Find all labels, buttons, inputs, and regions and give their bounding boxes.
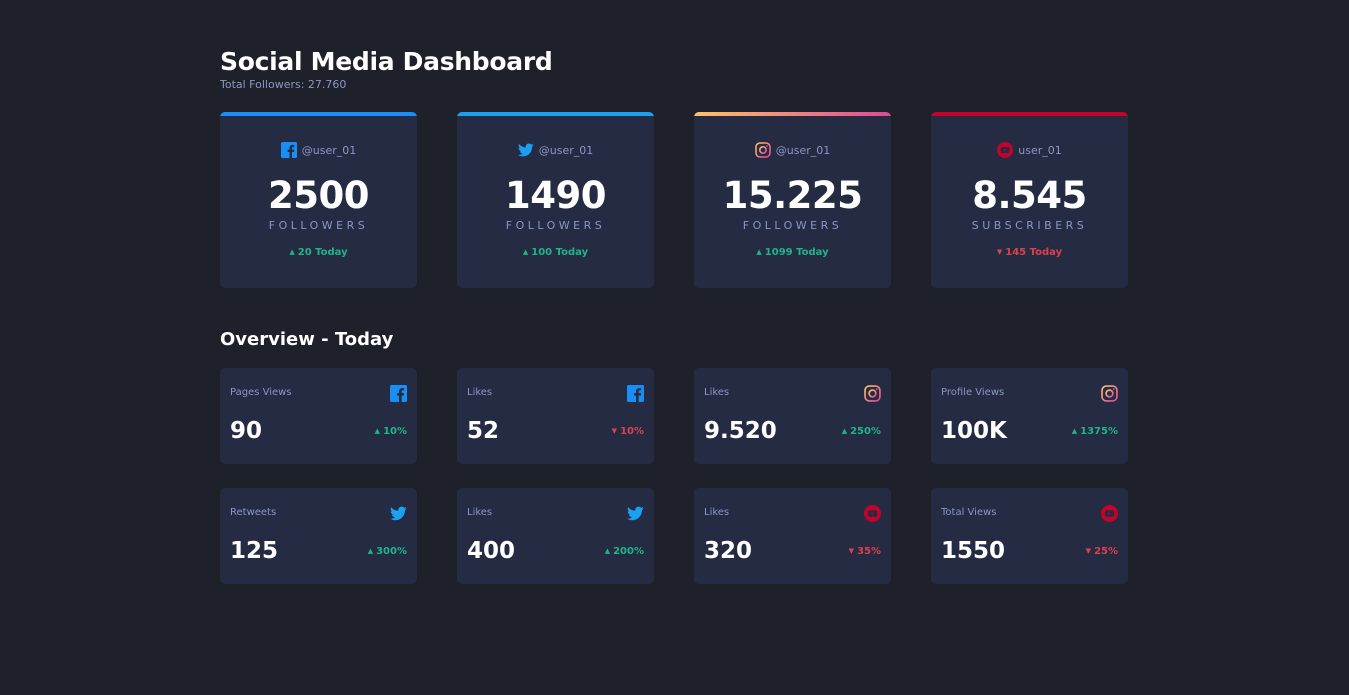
card-handle-text: user_01 [1018, 143, 1062, 157]
card-count: 8.545 [972, 174, 1087, 217]
overview-label: Profile Views [941, 387, 1005, 398]
card-change-text: 20 Today [297, 247, 348, 258]
overview-change-text: 25% [1094, 546, 1118, 557]
overview-value: 320 [704, 538, 753, 564]
overview-value: 1550 [941, 538, 1006, 564]
facebook-icon [280, 142, 297, 158]
overview-card[interactable]: Likes 9.520 ▲ 250% [694, 368, 891, 464]
overview-change-text: 200% [613, 546, 644, 557]
card-unit: FOLLOWERS [742, 219, 843, 232]
overview-value: 125 [230, 538, 279, 564]
overview-change-text: 10% [383, 426, 407, 437]
arrow-down-icon: ▼ [996, 248, 1003, 256]
card-handle: @user_01 [694, 142, 891, 158]
twitter-icon [390, 505, 407, 522]
overview-change: ▲ 250% [842, 426, 881, 437]
card-unit: FOLLOWERS [268, 219, 369, 232]
card-handle: user_01 [931, 142, 1128, 158]
card-count: 2500 [268, 174, 369, 217]
overview-change-text: 35% [857, 546, 881, 557]
arrow-up-icon: ▲ [756, 248, 762, 256]
overview-change: ▲ 1375% [1072, 426, 1118, 437]
overview-card[interactable]: Total Views 1550 ▼ 25% [931, 488, 1128, 584]
arrow-up-icon: ▲ [367, 547, 374, 555]
twitter-icon [627, 505, 644, 522]
overview-change-text: 300% [376, 546, 407, 557]
overview-change-text: 250% [850, 426, 881, 437]
overview-change: ▲ 10% [375, 426, 407, 437]
card-handle: @user_01 [220, 142, 417, 158]
overview-label: Total Views [941, 507, 997, 518]
overview-change: ▲ 300% [368, 546, 407, 557]
arrow-up-icon: ▲ [522, 248, 529, 256]
card-unit: SUBSCRIBERS [971, 219, 1088, 232]
overview-value: 100K [941, 418, 1007, 444]
card-change-text: 1099 Today [764, 247, 829, 258]
overview-change: ▼ 35% [849, 546, 881, 557]
card-change: ▲ 100 Today [457, 247, 654, 258]
overview-value: 9.520 [704, 418, 777, 444]
overview-change-text: 1375% [1080, 426, 1118, 437]
youtube-icon [1101, 505, 1118, 522]
overview-label: Retweets [230, 507, 277, 518]
arrow-down-icon: ▼ [611, 427, 618, 435]
arrow-up-icon: ▲ [841, 427, 848, 435]
youtube-icon [997, 142, 1014, 158]
overview-card[interactable]: Profile Views 100K ▲ 1375% [931, 368, 1128, 464]
overview-value: 52 [467, 418, 500, 444]
overview-card[interactable]: Retweets 125 ▲ 300% [220, 488, 417, 584]
card-youtube[interactable]: user_01 8.545 SUBSCRIBERS ▼ 145 Today [931, 112, 1128, 288]
instagram-icon [754, 142, 771, 158]
overview-card[interactable]: Likes 400 ▲ 200% [457, 488, 654, 584]
arrow-down-icon: ▼ [848, 547, 855, 555]
card-change-text: 145 Today [1005, 247, 1063, 258]
arrow-down-icon: ▼ [1085, 547, 1092, 555]
twitter-accent-bar [457, 112, 654, 116]
youtube-icon [864, 505, 881, 522]
total-followers: Total Followers: 27.760 [220, 78, 347, 91]
overview-card[interactable]: Likes 320 ▼ 35% [694, 488, 891, 584]
card-change: ▲ 1099 Today [694, 247, 891, 258]
overview-label: Likes [704, 387, 730, 398]
card-handle-text: @user_01 [538, 143, 594, 157]
card-handle-text: @user_01 [775, 143, 831, 157]
card-facebook[interactable]: @user_01 2500 FOLLOWERS ▲ 20 Today [220, 112, 417, 288]
overview-value: 400 [467, 538, 516, 564]
card-count: 15.225 [722, 174, 863, 217]
facebook-accent-bar [220, 112, 417, 116]
card-unit: FOLLOWERS [505, 219, 606, 232]
arrow-up-icon: ▲ [604, 547, 611, 555]
overview-card[interactable]: Pages Views 90 ▲ 10% [220, 368, 417, 464]
arrow-up-icon: ▲ [374, 427, 381, 435]
card-handle-text: @user_01 [301, 143, 357, 157]
card-instagram[interactable]: @user_01 15.225 FOLLOWERS ▲ 1099 Today [694, 112, 891, 288]
overview-change: ▼ 10% [612, 426, 644, 437]
card-handle: @user_01 [457, 142, 654, 158]
arrow-up-icon: ▲ [1071, 427, 1078, 435]
overview-label: Likes [704, 507, 730, 518]
facebook-icon [390, 385, 407, 402]
card-change: ▲ 20 Today [220, 247, 417, 258]
overview-change: ▼ 25% [1086, 546, 1118, 557]
overview-change-text: 10% [620, 426, 644, 437]
twitter-icon [517, 142, 534, 158]
instagram-accent-bar [694, 112, 891, 116]
instagram-icon [1101, 385, 1118, 402]
card-count: 1490 [505, 174, 606, 217]
overview-label: Likes [467, 387, 493, 398]
card-change-text: 100 Today [531, 247, 589, 258]
overview-title: Overview - Today [220, 329, 394, 350]
instagram-icon [864, 385, 881, 402]
card-change: ▼ 145 Today [931, 247, 1128, 258]
youtube-accent-bar [931, 112, 1128, 116]
overview-change: ▲ 200% [605, 546, 644, 557]
arrow-up-icon: ▲ [289, 248, 295, 256]
overview-value: 90 [230, 418, 263, 444]
facebook-icon [627, 385, 644, 402]
page-title: Social Media Dashboard [220, 47, 553, 76]
card-twitter[interactable]: @user_01 1490 FOLLOWERS ▲ 100 Today [457, 112, 654, 288]
overview-label: Pages Views [230, 387, 292, 398]
overview-label: Likes [467, 507, 493, 518]
overview-card[interactable]: Likes 52 ▼ 10% [457, 368, 654, 464]
